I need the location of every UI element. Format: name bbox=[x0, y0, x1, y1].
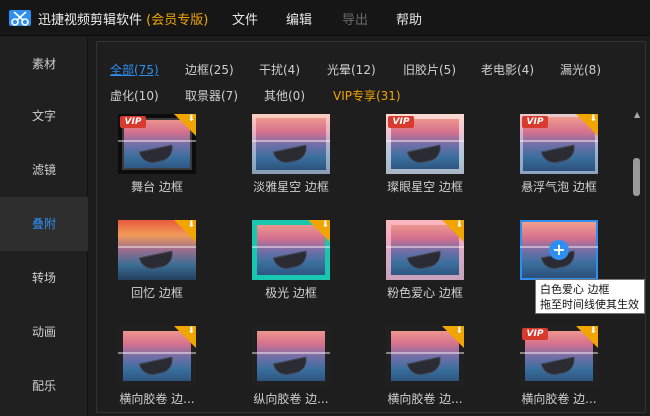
overlay-item[interactable]: ⬇ bbox=[252, 220, 330, 280]
filter-interference[interactable]: 干扰(4) bbox=[259, 61, 300, 78]
overlay-item-label: 淡雅星空 边框 bbox=[253, 180, 329, 194]
overlay-item[interactable]: VIP bbox=[386, 114, 464, 174]
download-arrow-icon: ⬇ bbox=[589, 114, 597, 124]
menu-help[interactable]: 帮助 bbox=[396, 9, 422, 28]
overlay-item[interactable]: ⬇ bbox=[118, 326, 196, 386]
overlay-item-label: 粉色爱心 边框 bbox=[387, 286, 463, 300]
title-bar: 迅捷视频剪辑软件 (会员专版) 文件 编辑 导出 帮助 bbox=[0, 0, 650, 36]
scrollbar-thumb[interactable] bbox=[633, 158, 640, 196]
filter-old-movie[interactable]: 老电影(4) bbox=[481, 61, 534, 78]
overlay-item-label: 横向胶卷 边... bbox=[387, 392, 463, 406]
filter-vip[interactable]: VIP专享(31) bbox=[333, 87, 401, 104]
overlay-item[interactable]: VIP ⬇ bbox=[520, 326, 598, 386]
download-arrow-icon: ⬇ bbox=[455, 326, 463, 336]
overlay-item-label: 舞台 边框 bbox=[131, 180, 183, 194]
filter-all[interactable]: 全部(75) bbox=[110, 61, 159, 78]
overlay-thumbnail bbox=[252, 114, 330, 174]
sidebar-item-filters[interactable]: 滤镜 bbox=[0, 143, 88, 197]
app-title: 迅捷视频剪辑软件 (会员专版) bbox=[38, 9, 208, 28]
menu-edit[interactable]: 编辑 bbox=[286, 9, 312, 28]
menu-file[interactable]: 文件 bbox=[232, 9, 258, 28]
scroll-up-arrow-icon[interactable]: ▲ bbox=[634, 110, 640, 119]
download-arrow-icon: ⬇ bbox=[455, 220, 463, 230]
filter-light-leak[interactable]: 漏光(8) bbox=[560, 61, 601, 78]
overlay-item-label: 横向胶卷 边... bbox=[521, 392, 597, 406]
scrollbar[interactable] bbox=[631, 110, 643, 410]
overlay-item[interactable]: VIP ⬇ bbox=[520, 114, 598, 174]
scissors-film-icon bbox=[9, 10, 31, 26]
overlay-item-selected[interactable]: + bbox=[520, 220, 598, 280]
overlay-item[interactable]: ⬇ bbox=[386, 326, 464, 386]
tooltip-hint: 拖至时间线使其生效 bbox=[540, 298, 639, 311]
filter-old-film[interactable]: 旧胶片(5) bbox=[403, 61, 456, 78]
overlay-item[interactable]: ⬇ bbox=[386, 220, 464, 280]
sidebar-item-animation[interactable]: 动画 bbox=[0, 305, 88, 359]
download-arrow-icon: ⬇ bbox=[321, 220, 329, 230]
overlay-item[interactable]: ⬇ bbox=[118, 220, 196, 280]
filter-halo[interactable]: 光晕(12) bbox=[327, 61, 376, 78]
tooltip-title: 白色爱心 边框 bbox=[540, 283, 610, 296]
overlay-item-label: 纵向胶卷 边... bbox=[253, 392, 329, 406]
app-edition: (会员专版) bbox=[146, 13, 209, 28]
vip-badge-icon: VIP bbox=[522, 116, 548, 128]
filter-border[interactable]: 边框(25) bbox=[185, 61, 234, 78]
app-name: 迅捷视频剪辑软件 bbox=[38, 13, 143, 28]
vip-badge-icon: VIP bbox=[120, 116, 146, 128]
sidebar-item-text[interactable]: 文字 bbox=[0, 89, 88, 143]
menu-export[interactable]: 导出 bbox=[342, 9, 368, 28]
sidebar-item-transitions[interactable]: 转场 bbox=[0, 251, 88, 305]
overlay-item[interactable] bbox=[252, 114, 330, 174]
filter-other[interactable]: 其他(0) bbox=[264, 87, 305, 104]
overlay-thumbnail bbox=[252, 326, 330, 386]
overlay-item-label: 极光 边框 bbox=[265, 286, 317, 300]
overlay-item-label: 悬浮气泡 边框 bbox=[521, 180, 597, 194]
sidebar-item-media[interactable]: 素材 bbox=[0, 37, 88, 91]
overlay-item[interactable]: VIP ⬇ bbox=[118, 114, 196, 174]
tooltip: 白色爱心 边框 拖至时间线使其生效 bbox=[535, 279, 645, 314]
download-arrow-icon: ⬇ bbox=[589, 326, 597, 336]
overlay-item-label: 璨眼星空 边框 bbox=[387, 180, 463, 194]
sidebar: 素材 文字 滤镜 叠附 转场 动画 配乐 bbox=[0, 37, 88, 416]
download-arrow-icon: ⬇ bbox=[187, 114, 195, 124]
filter-viewfinder[interactable]: 取景器(7) bbox=[185, 87, 238, 104]
vip-badge-icon: VIP bbox=[522, 328, 548, 340]
overlay-item-label: 回忆 边框 bbox=[131, 286, 183, 300]
overlay-item[interactable] bbox=[252, 326, 330, 386]
overlay-item-label: 横向胶卷 边... bbox=[119, 392, 195, 406]
filter-blur[interactable]: 虚化(10) bbox=[110, 87, 159, 104]
vip-badge-icon: VIP bbox=[388, 116, 414, 128]
plus-circle-icon[interactable]: + bbox=[549, 240, 569, 260]
sidebar-item-music[interactable]: 配乐 bbox=[0, 359, 88, 413]
download-arrow-icon: ⬇ bbox=[187, 326, 195, 336]
download-arrow-icon: ⬇ bbox=[187, 220, 195, 230]
sidebar-item-overlay[interactable]: 叠附 bbox=[0, 197, 88, 251]
